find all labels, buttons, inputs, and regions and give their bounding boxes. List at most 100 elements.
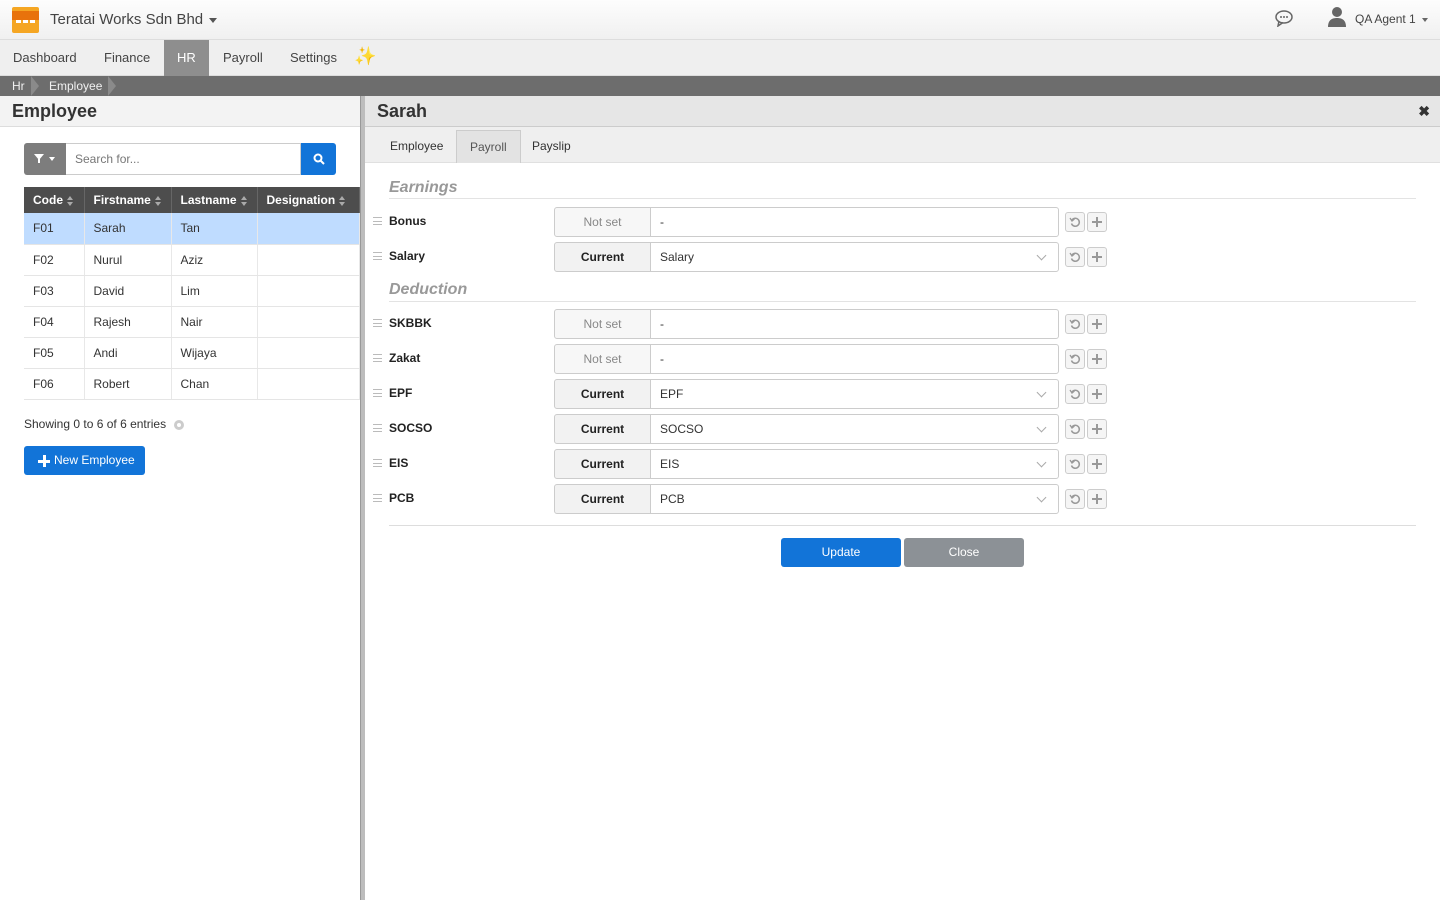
status-selector[interactable]: Not set — [554, 309, 651, 339]
reset-button[interactable] — [1065, 314, 1085, 334]
table-row[interactable]: F04 Rajesh Nair — [24, 306, 360, 338]
top-bar: Teratai Works Sdn Bhd QA Agent 1 — [0, 0, 1440, 40]
detail-header: Sarah ✖ — [365, 96, 1440, 127]
company-logo-icon — [12, 7, 39, 33]
main-nav: Dashboard Finance HR Payroll Settings ✨ — [0, 40, 1440, 76]
column-firstname[interactable]: Firstname — [84, 187, 172, 213]
breadcrumb-employee[interactable]: Employee — [49, 76, 102, 96]
add-button[interactable] — [1087, 247, 1107, 267]
value-select[interactable]: EIS — [650, 449, 1059, 479]
breadcrumb: Hr Employee — [0, 76, 1440, 96]
user-menu[interactable]: QA Agent 1 — [1355, 12, 1428, 26]
drag-handle-icon[interactable] — [373, 217, 382, 225]
reset-button[interactable] — [1065, 454, 1085, 474]
column-designation[interactable]: Designation — [257, 187, 360, 213]
add-button[interactable] — [1087, 419, 1107, 439]
status-selector[interactable]: Not set — [554, 344, 651, 374]
deduction-row-eis: EIS Current EIS — [373, 449, 1113, 479]
status-selector[interactable]: Current — [554, 379, 651, 409]
table-row[interactable]: F03 David Lim — [24, 275, 360, 307]
deduction-title: Deduction — [389, 281, 468, 298]
add-button[interactable] — [1087, 349, 1107, 369]
plus-icon — [1092, 389, 1102, 399]
value-field[interactable]: - — [650, 309, 1059, 339]
row-label: Bonus — [389, 214, 427, 228]
add-button[interactable] — [1087, 384, 1107, 404]
cell-designation — [257, 368, 360, 400]
company-selector[interactable]: Teratai Works Sdn Bhd — [50, 11, 218, 28]
chat-icon[interactable] — [1274, 9, 1294, 27]
update-button[interactable]: Update — [781, 538, 901, 567]
value-field[interactable]: - — [650, 344, 1059, 374]
table-row[interactable]: F06 Robert Chan — [24, 368, 360, 400]
sparkle-icon[interactable]: ✨ — [354, 46, 376, 67]
table-row[interactable]: F01 Sarah Tan — [24, 213, 360, 245]
nav-payroll[interactable]: Payroll — [210, 40, 276, 76]
tab-payroll[interactable]: Payroll — [456, 130, 521, 163]
breadcrumb-hr[interactable]: Hr — [12, 76, 25, 96]
cell-code: F01 — [24, 213, 85, 245]
reset-button[interactable] — [1065, 212, 1085, 232]
drag-handle-icon[interactable] — [373, 424, 382, 432]
value-field[interactable]: - — [650, 207, 1059, 237]
close-button[interactable]: Close — [904, 538, 1024, 567]
add-button[interactable] — [1087, 314, 1107, 334]
status-selector[interactable]: Current — [554, 414, 651, 444]
drag-handle-icon[interactable] — [373, 494, 382, 502]
user-avatar-icon[interactable] — [1327, 6, 1347, 28]
drag-handle-icon[interactable] — [373, 252, 382, 260]
cell-firstname: Andi — [84, 337, 172, 369]
row-label: Salary — [389, 249, 426, 263]
reset-button[interactable] — [1065, 349, 1085, 369]
table-row[interactable]: F05 Andi Wijaya — [24, 337, 360, 369]
row-label: Zakat — [389, 351, 421, 365]
drag-handle-icon[interactable] — [373, 389, 382, 397]
new-employee-button[interactable]: New Employee — [24, 446, 145, 475]
drag-handle-icon[interactable] — [373, 459, 382, 467]
reset-button[interactable] — [1065, 247, 1085, 267]
value-select[interactable]: SOCSO — [650, 414, 1059, 444]
add-button[interactable] — [1087, 212, 1107, 232]
row-label: EIS — [389, 456, 409, 470]
value-select[interactable]: PCB — [650, 484, 1059, 514]
earning-row-bonus: Bonus Not set - — [373, 207, 1113, 237]
status-selector[interactable]: Not set — [554, 207, 651, 237]
add-button[interactable] — [1087, 454, 1107, 474]
status-selector[interactable]: Current — [554, 242, 651, 272]
employee-table: Code Firstname Lastname Designation F01 … — [24, 187, 360, 400]
column-lastname[interactable]: Lastname — [171, 187, 258, 213]
sort-icon — [240, 195, 248, 206]
filter-button[interactable] — [24, 143, 66, 175]
value-select[interactable]: EPF — [650, 379, 1059, 409]
reset-button[interactable] — [1065, 384, 1085, 404]
cell-code: F04 — [24, 306, 85, 338]
search-input[interactable] — [66, 143, 301, 175]
tab-payslip[interactable]: Payslip — [519, 130, 584, 163]
drag-handle-icon[interactable] — [373, 354, 382, 362]
column-code[interactable]: Code — [24, 187, 85, 213]
nav-dashboard[interactable]: Dashboard — [0, 40, 90, 76]
search-button[interactable] — [301, 143, 336, 175]
undo-icon — [1069, 494, 1081, 504]
value-select[interactable]: Salary — [650, 242, 1059, 272]
undo-icon — [1069, 424, 1081, 434]
nav-hr[interactable]: HR — [164, 40, 209, 76]
status-selector[interactable]: Current — [554, 449, 651, 479]
status-selector[interactable]: Current — [554, 484, 651, 514]
table-row[interactable]: F02 Nurul Aziz — [24, 244, 360, 276]
plus-icon — [1092, 494, 1102, 504]
reset-button[interactable] — [1065, 419, 1085, 439]
plus-icon — [1092, 424, 1102, 434]
cell-code: F03 — [24, 275, 85, 307]
reset-button[interactable] — [1065, 489, 1085, 509]
drag-handle-icon[interactable] — [373, 319, 382, 327]
tab-employee[interactable]: Employee — [377, 130, 456, 163]
divider — [389, 198, 1416, 199]
earning-row-salary: Salary Current Salary — [373, 242, 1113, 272]
nav-finance[interactable]: Finance — [91, 40, 163, 76]
add-button[interactable] — [1087, 489, 1107, 509]
nav-settings[interactable]: Settings — [277, 40, 350, 76]
close-icon[interactable]: ✖ — [1418, 96, 1430, 126]
caret-down-icon — [209, 17, 218, 23]
cell-designation — [257, 337, 360, 369]
